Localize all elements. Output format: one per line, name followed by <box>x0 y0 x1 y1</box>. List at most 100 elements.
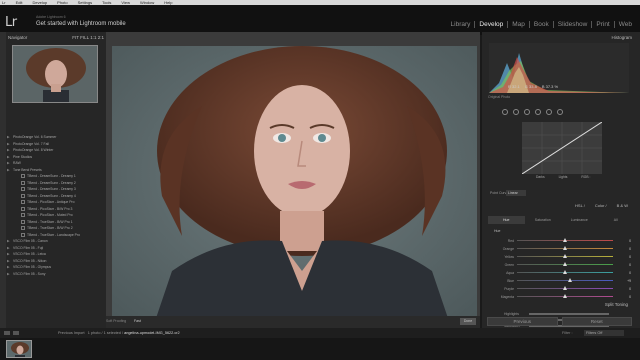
slider-knob[interactable] <box>563 286 567 291</box>
zoom-options[interactable]: FIT FILL 1:1 2:1 <box>72 35 104 43</box>
main-photo[interactable] <box>112 46 477 330</box>
hsl-tab[interactable]: HSL / <box>575 203 585 208</box>
histogram-title[interactable]: Histogram <box>611 35 632 40</box>
image-view <box>106 32 480 330</box>
curve-label-lights: Lights <box>558 175 568 179</box>
panel-edge[interactable] <box>0 32 6 328</box>
thumbnail-portrait <box>7 341 31 357</box>
curve-labels: Darks Lights RGB : <box>536 175 590 179</box>
hsl-subtab-luminance[interactable]: Luminance <box>561 216 598 224</box>
hue-slider-magenta[interactable]: Magenta 0 <box>489 293 635 300</box>
module-library[interactable]: Library <box>447 21 476 28</box>
brush-icon[interactable] <box>557 109 563 115</box>
hue-slider-red[interactable]: Red 0 <box>489 237 635 244</box>
identity-title[interactable]: Get started with Lightroom mobile <box>36 21 126 27</box>
module-develop[interactable]: Develop <box>475 21 509 28</box>
hue-slider-aqua[interactable]: Aqua 0 <box>489 269 635 276</box>
filter-select[interactable]: Filters Off <box>584 330 624 336</box>
slider-track[interactable] <box>517 238 613 243</box>
slider-track[interactable] <box>517 262 613 267</box>
point-curve-select[interactable]: Linear <box>506 190 526 196</box>
hsl-subtab-saturation[interactable]: Saturation <box>525 216 562 224</box>
slider-knob[interactable] <box>563 262 567 267</box>
navigator-header[interactable]: Navigator FIT FILL 1:1 2:1 <box>8 35 104 43</box>
original-photo-label[interactable]: Original Photo <box>488 95 510 99</box>
softproof-value: Fast <box>134 319 141 323</box>
softproof-label[interactable]: Soft Proofing <box>106 319 126 323</box>
spot-removal-icon[interactable] <box>513 109 519 115</box>
split-toning-title[interactable]: Split Toning <box>488 302 634 307</box>
filmstrip-bar: Previous Import 1 photo / 1 selected / a… <box>0 328 640 338</box>
split-row[interactable]: Highlights <box>504 312 609 316</box>
slider-knob[interactable] <box>563 270 567 275</box>
hsl-subtab-hue[interactable]: Hue <box>488 216 525 224</box>
reset-button[interactable]: Reset <box>561 317 632 326</box>
stat-r: R 32.1 <box>508 84 520 89</box>
slider-knob[interactable] <box>563 246 567 251</box>
slider-knob[interactable] <box>567 278 572 283</box>
preset-icon <box>21 206 25 211</box>
slider-track[interactable] <box>517 294 613 299</box>
split-slider[interactable] <box>528 313 609 315</box>
slider-track[interactable] <box>517 278 613 283</box>
bw-tab[interactable]: B & W <box>617 203 628 208</box>
module-print[interactable]: Print <box>592 21 615 28</box>
second-window-icon[interactable] <box>13 331 19 335</box>
photo-count: 1 photo / 1 selected / <box>87 331 124 335</box>
slider-track[interactable] <box>517 246 613 251</box>
previous-button[interactable]: Previous <box>487 317 558 326</box>
navigator-preview[interactable] <box>12 45 98 103</box>
module-book[interactable]: Book <box>530 21 554 28</box>
navigator-title: Navigator <box>8 35 28 40</box>
module-slideshow[interactable]: Slideshow <box>554 21 593 28</box>
slider-value[interactable]: +9 <box>613 279 631 283</box>
hue-slider-purple[interactable]: Purple 0 <box>489 285 635 292</box>
hsl-subtab-all[interactable]: All <box>598 216 635 224</box>
color-tab[interactable]: Color / <box>595 203 607 208</box>
hue-slider-green[interactable]: Green 0 <box>489 261 635 268</box>
preset-icon <box>21 180 25 185</box>
preset-icon <box>21 213 25 218</box>
module-web[interactable]: Web <box>615 21 636 28</box>
slider-knob[interactable] <box>563 254 567 259</box>
filmstrip-source[interactable]: Previous Import 1 photo / 1 selected / a… <box>58 331 180 335</box>
slider-knob[interactable] <box>563 238 567 243</box>
develop-toolbar: Soft Proofing Fast Done <box>106 316 480 328</box>
slider-value[interactable]: 0 <box>613 255 631 259</box>
curve-label-channel[interactable]: RGB : <box>581 175 590 179</box>
app-version: Adobe Lightroom 6 <box>36 15 66 19</box>
stat-b: B 37.3 % <box>541 84 559 89</box>
tone-curve[interactable] <box>521 121 603 175</box>
slider-value[interactable]: 0 <box>613 247 631 251</box>
filename: angelina-upmodel-IMG_5622.cr2 <box>124 331 180 335</box>
slider-label: Green <box>504 262 514 267</box>
slider-value[interactable]: 0 <box>613 271 631 275</box>
slider-track[interactable] <box>517 286 613 291</box>
preset-folder[interactable]: ▶ VSCO Film 05 - Sony <box>7 271 105 278</box>
slider-track[interactable] <box>517 270 613 275</box>
slider-value[interactable]: 0 <box>613 295 631 299</box>
hue-slider-blue[interactable]: Blue +9 <box>489 277 635 284</box>
preset-icon <box>21 174 25 179</box>
slider-value[interactable]: 0 <box>613 287 631 291</box>
slider-value[interactable]: 0 <box>613 239 631 243</box>
slider-value[interactable]: 0 <box>613 263 631 267</box>
red-eye-icon[interactable] <box>524 109 530 115</box>
stat-g: G 33.8 <box>524 84 537 89</box>
preset-icon <box>21 232 25 237</box>
previous-reset-buttons: Previous Reset <box>487 317 632 326</box>
hue-slider-orange[interactable]: Orange 0 <box>489 245 635 252</box>
tool-strip <box>486 106 634 118</box>
radial-filter-icon[interactable] <box>546 109 552 115</box>
main-window-icon[interactable] <box>4 331 10 335</box>
film-thumbnail[interactable] <box>6 340 32 358</box>
hue-slider-yellow[interactable]: Yellow 0 <box>489 253 635 260</box>
hsl-subtabs: Hue Saturation Luminance All <box>488 216 634 224</box>
module-map[interactable]: Map <box>508 21 530 28</box>
done-button[interactable]: Done <box>460 318 476 325</box>
graduated-filter-icon[interactable] <box>535 109 541 115</box>
crop-icon[interactable] <box>502 109 508 115</box>
right-panel: Histogram R 32.1 G 33.8 B 37.3 % Origina… <box>482 32 640 328</box>
slider-track[interactable] <box>517 254 613 259</box>
slider-knob[interactable] <box>563 294 567 299</box>
